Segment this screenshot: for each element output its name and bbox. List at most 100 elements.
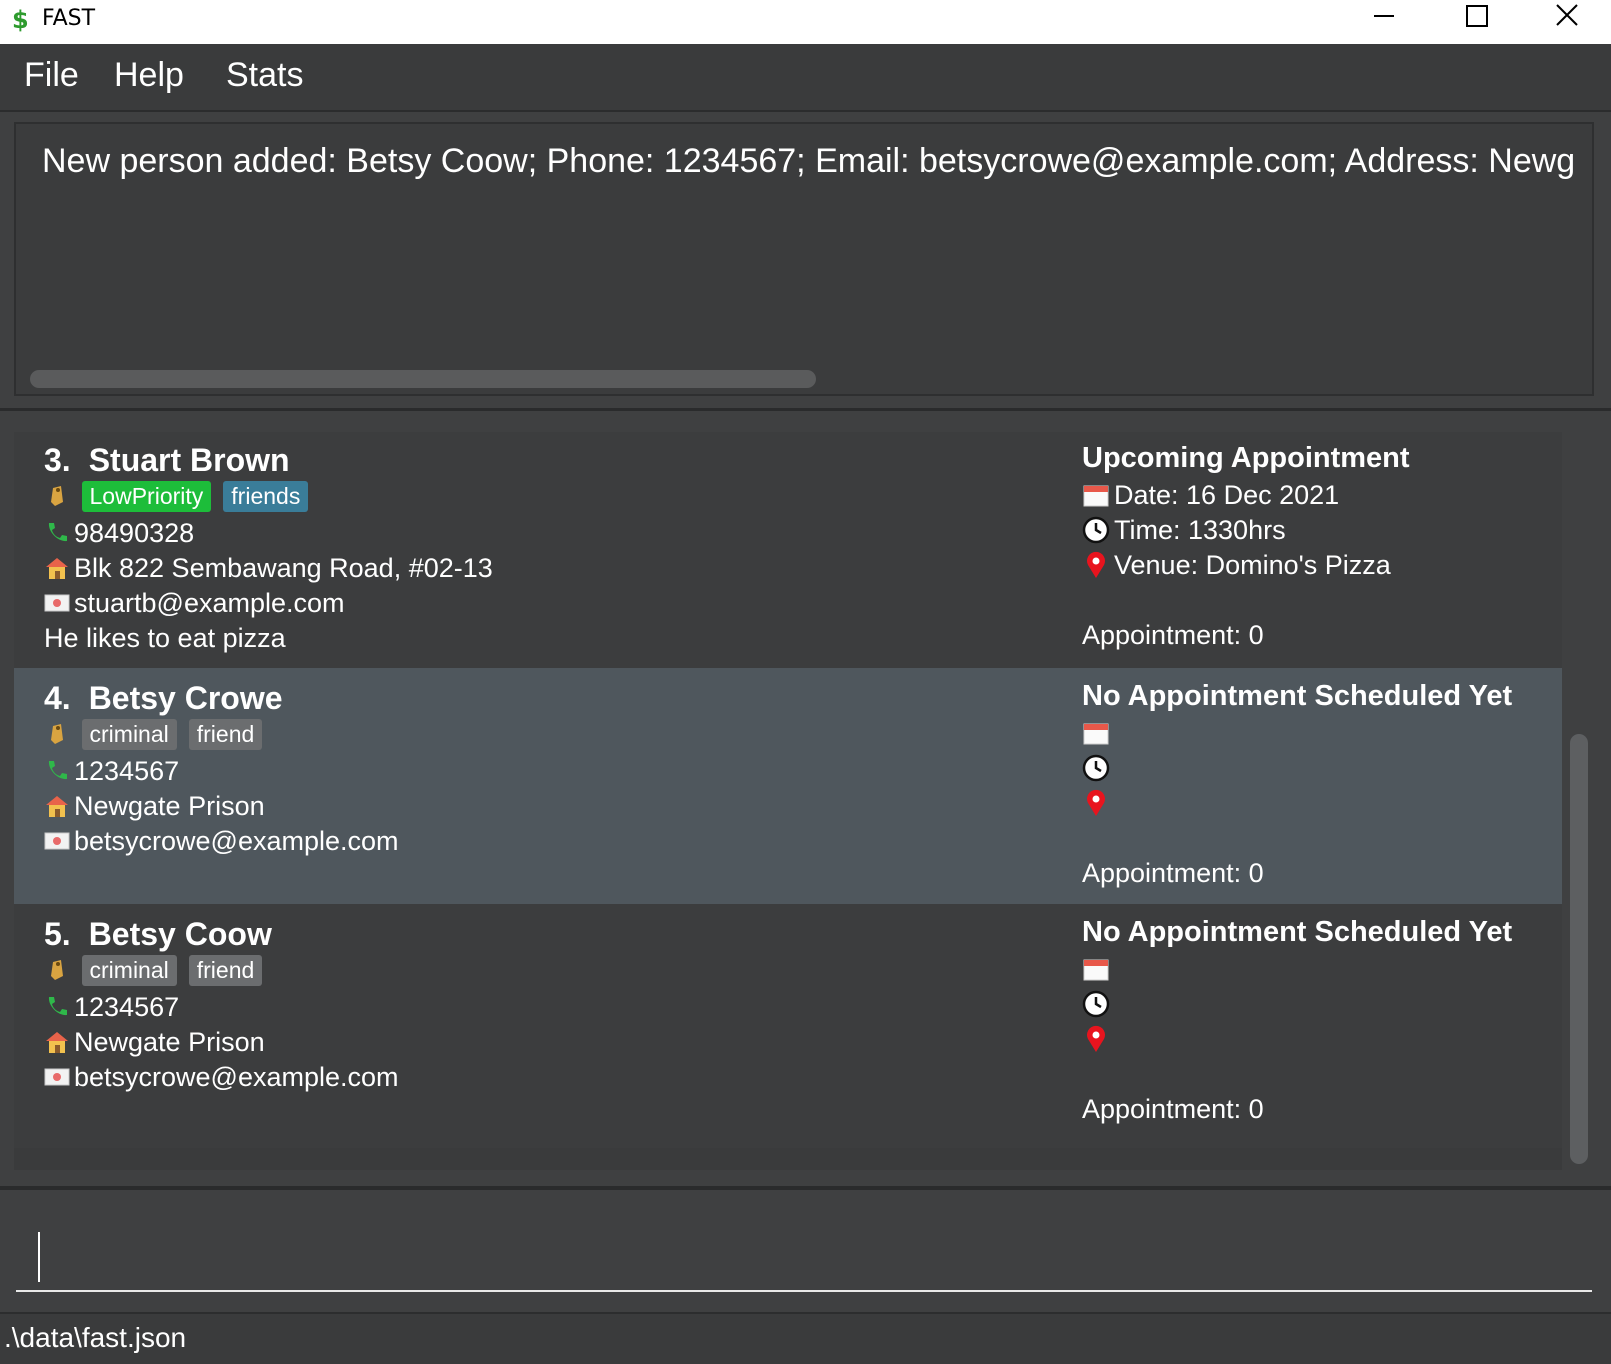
phone-number: 98490328	[74, 518, 195, 548]
appointment-venue-row	[1082, 1024, 1114, 1055]
title-bar: $ FAST	[0, 0, 1611, 44]
appointment-time-row	[1082, 753, 1114, 784]
appointment-count: Appointment: 0	[1082, 620, 1264, 650]
tag-icon	[51, 723, 63, 744]
tag-badge: criminal	[81, 719, 177, 751]
appointment-title: No Appointment Scheduled Yet	[1082, 916, 1513, 948]
envelope-icon	[44, 594, 70, 612]
map-pin-icon	[1087, 789, 1105, 816]
horizontal-scrollbar[interactable]	[30, 370, 816, 388]
phone-number: 1234567	[74, 992, 180, 1022]
email-row: stuartb@example.com	[44, 588, 345, 620]
phone-icon	[48, 522, 67, 541]
text-caret	[38, 1232, 40, 1282]
result-display[interactable]: New person added: Betsy Coow; Phone: 123…	[14, 122, 1594, 396]
menu-bar: File Help Stats	[0, 44, 1611, 112]
appointment-count: Appointment: 0	[1082, 1094, 1264, 1124]
remark-text: He likes to eat pizza	[44, 623, 286, 653]
tag-icon	[51, 485, 63, 506]
address-row: Newgate Prison	[44, 791, 265, 823]
phone-row: 1234567	[44, 992, 179, 1024]
contact-list[interactable]: 3. Stuart Brown LowPriority friends 984903…	[14, 432, 1562, 1170]
address-text: Newgate Prison	[74, 791, 265, 821]
vertical-scrollbar[interactable]	[1570, 734, 1588, 1164]
command-box	[16, 1196, 1592, 1292]
window-title: FAST	[42, 6, 96, 31]
contact-index: 3.	[44, 442, 71, 478]
phone-number: 1234567	[74, 756, 180, 786]
contact-index: 5.	[44, 916, 71, 952]
close-icon	[1556, 4, 1578, 26]
menu-file[interactable]: File	[24, 56, 79, 95]
tag-row: criminal friend	[44, 718, 274, 751]
menu-stats[interactable]: Stats	[226, 56, 303, 95]
close-button[interactable]	[1520, 0, 1611, 34]
tag-badge: criminal	[81, 955, 177, 987]
clock-icon	[1082, 516, 1110, 544]
menu-help[interactable]: Help	[114, 56, 184, 95]
contact-card[interactable]: 5. Betsy Coow criminal friend 1234567 Newg…	[14, 904, 1562, 1148]
address-text: Blk 822 Sembawang Road, #02-13	[74, 553, 493, 583]
envelope-icon	[44, 832, 70, 850]
address-text: Newgate Prison	[74, 1027, 265, 1057]
appointment-venue-row: Venue: Domino's Pizza	[1082, 550, 1391, 581]
map-pin-icon	[1087, 551, 1105, 578]
house-icon	[46, 1031, 68, 1053]
house-icon	[46, 557, 68, 579]
email-row: betsycrowe@example.com	[44, 826, 399, 858]
appointment-date: Date: 16 Dec 2021	[1114, 480, 1340, 510]
email-text: betsycrowe@example.com	[74, 1062, 399, 1092]
app-logo-icon: $	[12, 6, 29, 34]
contact-name-line: 4. Betsy Crowe	[44, 680, 283, 717]
tag-badge: LowPriority	[81, 481, 212, 513]
minimize-button[interactable]	[1336, 0, 1428, 34]
contact-name-line: 5. Betsy Coow	[44, 916, 272, 953]
contact-name: Betsy Crowe	[88, 680, 283, 716]
email-text: stuartb@example.com	[74, 588, 345, 618]
command-input[interactable]	[28, 1216, 1572, 1274]
address-row: Blk 822 Sembawang Road, #02-13	[44, 553, 493, 585]
status-bar: .\data\fast.json	[0, 1312, 1611, 1364]
calendar-icon	[1083, 723, 1109, 745]
result-message: New person added: Betsy Coow; Phone: 123…	[42, 142, 1576, 180]
email-row: betsycrowe@example.com	[44, 1062, 399, 1094]
command-divider	[0, 1186, 1611, 1190]
appointment-date-row	[1082, 954, 1114, 985]
contact-card[interactable]: 4. Betsy Crowe criminal friend 1234567 New…	[14, 668, 1562, 912]
tag-row: criminal friend	[44, 954, 274, 987]
appointment-time-row: Time: 1330hrs	[1082, 515, 1286, 546]
contact-name: Betsy Coow	[88, 916, 272, 952]
appointment-title: No Appointment Scheduled Yet	[1082, 680, 1513, 712]
data-file-path: .\data\fast.json	[4, 1322, 187, 1353]
tag-badge: friends	[223, 481, 309, 513]
appointment-count: Appointment: 0	[1082, 858, 1264, 888]
appointment-time-row	[1082, 989, 1114, 1020]
tag-icon	[51, 959, 63, 980]
appointment-title: Upcoming Appointment	[1082, 442, 1410, 474]
phone-row: 98490328	[44, 518, 194, 550]
contact-card[interactable]: 3. Stuart Brown LowPriority friends 984903…	[14, 432, 1562, 676]
appointment-venue-row	[1082, 788, 1114, 819]
house-icon	[46, 795, 68, 817]
tag-badge: friend	[188, 955, 263, 987]
calendar-icon	[1083, 485, 1109, 507]
tag-badge: friend	[188, 719, 263, 751]
phone-icon	[48, 760, 67, 779]
address-row: Newgate Prison	[44, 1027, 265, 1059]
clock-icon	[1082, 990, 1110, 1018]
map-pin-icon	[1087, 1025, 1105, 1052]
clock-icon	[1082, 754, 1110, 782]
appointment-date-row: Date: 16 Dec 2021	[1082, 480, 1339, 511]
tag-row: LowPriority friends	[44, 480, 320, 513]
appointment-time: Time: 1330hrs	[1114, 515, 1286, 545]
panel-divider	[0, 408, 1611, 411]
envelope-icon	[44, 1068, 70, 1086]
appointment-venue: Venue: Domino's Pizza	[1114, 550, 1391, 580]
maximize-button[interactable]	[1428, 0, 1520, 34]
phone-icon	[48, 996, 67, 1015]
contact-name: Stuart Brown	[88, 442, 290, 478]
contact-name-line: 3. Stuart Brown	[44, 442, 290, 479]
email-text: betsycrowe@example.com	[74, 826, 399, 856]
calendar-icon	[1083, 959, 1109, 981]
phone-row: 1234567	[44, 756, 179, 788]
